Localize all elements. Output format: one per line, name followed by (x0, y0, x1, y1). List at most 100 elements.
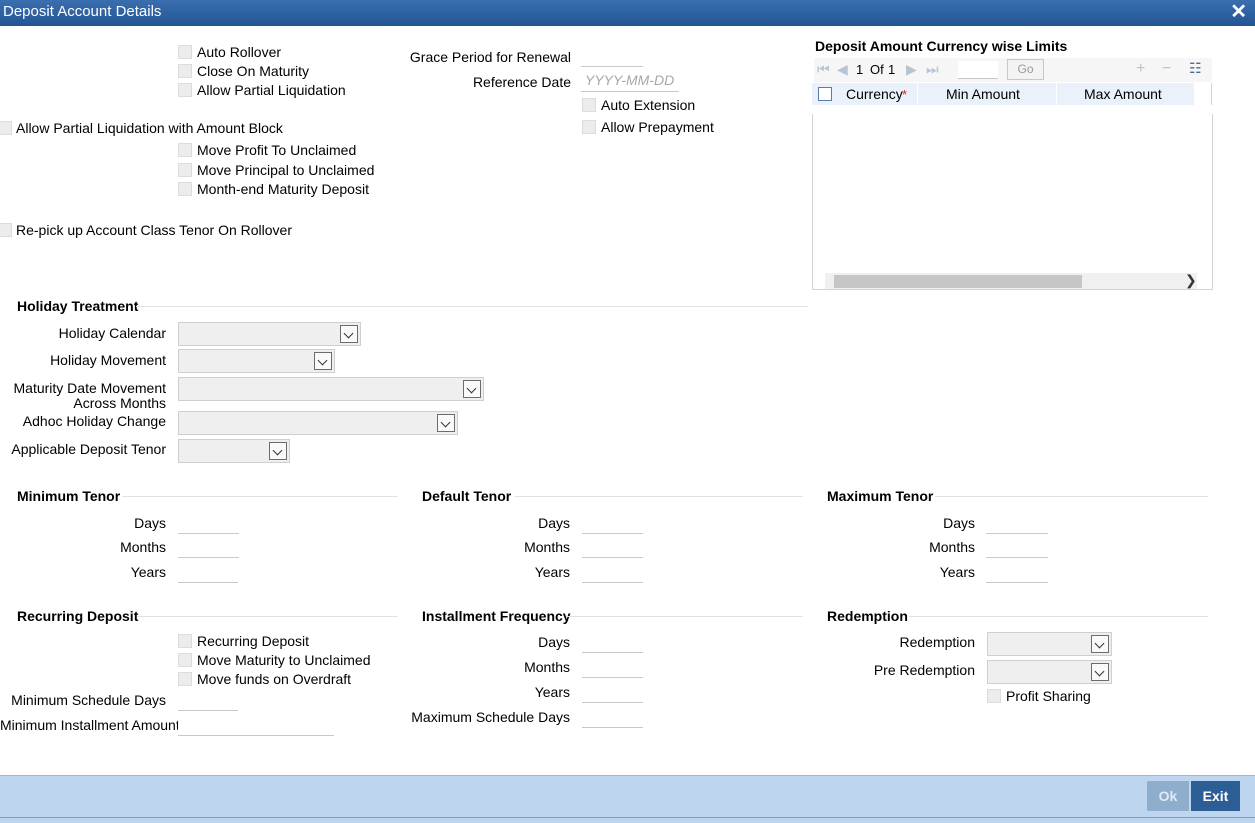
dialog-footer (0, 775, 1255, 823)
go-button[interactable]: Go (1007, 59, 1044, 80)
min-tenor-months-input[interactable] (178, 536, 239, 558)
max-tenor-days-input[interactable] (986, 512, 1048, 534)
recurring-deposit-checkbox[interactable] (178, 634, 192, 648)
installment-months-input[interactable] (582, 656, 643, 678)
delete-row-icon[interactable]: − (1162, 60, 1171, 78)
holiday-calendar-label: Holiday Calendar (58, 325, 166, 341)
required-asterisk: * (902, 87, 908, 102)
holiday-movement-select[interactable] (178, 349, 335, 373)
maximum-schedule-days-label: Maximum Schedule Days (411, 709, 570, 725)
min-tenor-years-input[interactable] (178, 561, 238, 583)
installment-frequency-heading: Installment Frequency (422, 608, 571, 624)
column-divider (917, 83, 918, 105)
month-end-maturity-checkbox[interactable] (178, 182, 192, 196)
min-tenor-years-label: Years (130, 564, 166, 580)
page-number-input[interactable] (958, 61, 998, 79)
auto-extension-label: Auto Extension (601, 97, 696, 113)
holiday-calendar-select[interactable] (178, 322, 361, 346)
max-tenor-months-label: Months (929, 539, 975, 555)
pre-redemption-label: Pre Redemption (873, 662, 975, 678)
currency-limits-grid: Deposit Amount Currency wise Limits ⏮ ◀ … (812, 36, 1213, 290)
minimum-tenor-heading: Minimum Tenor (17, 488, 121, 504)
close-on-maturity-checkbox[interactable] (178, 64, 192, 78)
profit-sharing-checkbox[interactable] (987, 689, 1001, 703)
first-page-icon[interactable]: ⏮ (817, 61, 830, 78)
minimum-schedule-days-input[interactable] (178, 689, 238, 711)
chevron-down-icon (463, 380, 481, 398)
section-divider (566, 616, 803, 617)
scroll-right-icon[interactable]: ❯ (1185, 272, 1197, 289)
move-maturity-unclaimed-checkbox[interactable] (178, 653, 192, 667)
auto-extension-checkbox[interactable] (582, 98, 596, 112)
max-tenor-years-label: Years (939, 564, 975, 580)
installment-years-input[interactable] (582, 681, 643, 703)
recurring-deposit-heading: Recurring Deposit (17, 608, 139, 624)
view-list-icon[interactable]: ☷ (1189, 60, 1202, 77)
adhoc-holiday-change-select[interactable] (178, 411, 458, 435)
move-principal-unclaimed-checkbox[interactable] (178, 163, 192, 177)
previous-page-icon[interactable]: ◀ (837, 61, 848, 78)
max-amount-column-header[interactable]: Max Amount (1084, 86, 1162, 102)
max-tenor-years-input[interactable] (986, 561, 1048, 583)
auto-rollover-checkbox[interactable] (178, 45, 192, 59)
last-page-icon[interactable]: ⏭ (926, 61, 939, 78)
scrollbar-thumb[interactable] (834, 275, 1082, 288)
redemption-select[interactable] (987, 632, 1112, 656)
section-divider (137, 616, 398, 617)
installment-years-label: Years (534, 684, 570, 700)
pre-redemption-select[interactable] (987, 660, 1112, 684)
default-tenor-heading: Default Tenor (422, 488, 512, 504)
allow-partial-liquidation-checkbox[interactable] (178, 83, 192, 97)
move-maturity-unclaimed-label: Move Maturity to Unclaimed (197, 652, 371, 668)
applicable-deposit-tenor-select[interactable] (178, 439, 290, 463)
reference-date-input[interactable]: YYYY-MM-DD (581, 70, 679, 92)
add-row-icon[interactable]: + (1136, 60, 1145, 78)
column-divider (1056, 83, 1057, 105)
default-tenor-days-input[interactable] (582, 512, 643, 534)
reference-date-label: Reference Date (472, 74, 571, 90)
allow-partial-liquidation-amount-block-checkbox[interactable] (0, 121, 12, 135)
section-divider (136, 306, 808, 307)
section-divider (122, 496, 398, 497)
ok-button[interactable]: Ok (1147, 781, 1189, 811)
min-tenor-days-label: Days (134, 515, 166, 531)
exit-button[interactable]: Exit (1191, 781, 1240, 811)
minimum-installment-amount-label: Minimum Installment Amount (0, 717, 180, 733)
currency-column-header[interactable]: Currency (846, 86, 903, 102)
min-tenor-days-input[interactable] (178, 512, 239, 534)
close-icon[interactable]: ✕ (1230, 1, 1247, 23)
chevron-down-icon (1091, 663, 1109, 681)
page-of-label: Of (870, 62, 884, 77)
installment-days-input[interactable] (582, 631, 643, 653)
move-funds-overdraft-checkbox[interactable] (178, 672, 192, 686)
grace-period-label: Grace Period for Renewal (409, 49, 571, 65)
max-tenor-months-input[interactable] (986, 536, 1048, 558)
page-current: 1 (856, 62, 864, 77)
chevron-down-icon (314, 352, 332, 370)
profit-sharing-label: Profit Sharing (1006, 688, 1091, 704)
applicable-deposit-tenor-label: Applicable Deposit Tenor (11, 441, 166, 457)
auto-rollover-label: Auto Rollover (197, 44, 282, 60)
next-page-icon[interactable]: ▶ (906, 61, 917, 78)
chevron-down-icon (340, 325, 358, 343)
minimum-installment-amount-input[interactable] (178, 714, 334, 736)
min-amount-column-header[interactable]: Min Amount (946, 86, 1020, 102)
month-end-maturity-label: Month-end Maturity Deposit (197, 181, 369, 197)
default-tenor-years-input[interactable] (582, 561, 643, 583)
adhoc-holiday-change-label: Adhoc Holiday Change (22, 413, 166, 429)
repick-tenor-checkbox[interactable] (0, 223, 12, 237)
redemption-label: Redemption (899, 634, 976, 650)
default-tenor-months-label: Months (524, 539, 570, 555)
select-all-checkbox[interactable] (818, 87, 832, 101)
grace-period-input[interactable] (581, 45, 643, 67)
maximum-schedule-days-input[interactable] (582, 706, 643, 728)
holiday-movement-label: Holiday Movement (50, 352, 166, 368)
default-tenor-years-label: Years (534, 564, 570, 580)
default-tenor-months-input[interactable] (582, 536, 643, 558)
footer-bottom-border (0, 817, 1255, 818)
maturity-date-movement-select[interactable] (178, 377, 484, 401)
move-profit-unclaimed-checkbox[interactable] (178, 143, 192, 157)
allow-prepayment-label: Allow Prepayment (601, 119, 714, 135)
min-tenor-months-label: Months (120, 539, 166, 555)
allow-prepayment-checkbox[interactable] (582, 120, 596, 134)
